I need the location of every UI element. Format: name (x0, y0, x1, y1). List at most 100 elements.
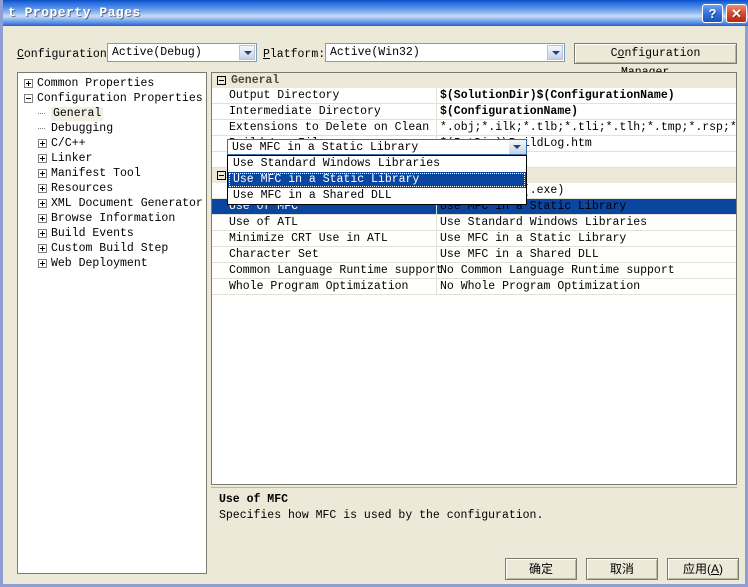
expand-icon[interactable] (38, 154, 47, 163)
description-pane: Use of MFC Specifies how MFC is used by … (211, 487, 737, 543)
grid-category-label: General (231, 74, 280, 87)
platform-value: Active(Win32) (330, 46, 420, 59)
grid-row-name: Output Directory (229, 89, 340, 102)
expand-icon[interactable] (38, 244, 47, 253)
collapse-icon[interactable] (217, 171, 226, 180)
collapse-icon[interactable] (24, 94, 33, 103)
expand-icon[interactable] (38, 139, 47, 148)
apply-button[interactable]: 应用(A) (667, 558, 739, 580)
apply-label-suffix: ) (719, 562, 723, 576)
grid-category-general[interactable]: General (212, 73, 736, 89)
tree-item-custom-build-step[interactable]: Custom Build Step (18, 242, 206, 256)
tree-item-debugging[interactable]: Debugging (18, 122, 206, 136)
tree-item-label: Browse Information (51, 212, 176, 225)
tree-item-label: Common Properties (37, 77, 155, 90)
tree-item-web-deployment[interactable]: Web Deployment (18, 257, 206, 271)
tree-item-resources[interactable]: Resources (18, 182, 206, 196)
property-grid[interactable]: General Output Directory $(SolutionDir)$(C… (211, 72, 737, 485)
tree-item-label: XML Document Generator (51, 197, 203, 210)
grid-column-divider (436, 88, 437, 104)
grid-row[interactable]: Intermediate Directory $(ConfigurationNam… (212, 104, 736, 120)
expand-icon[interactable] (38, 169, 47, 178)
grid-row[interactable]: Use of ATL Use Standard Windows Libraries (212, 215, 736, 231)
close-icon[interactable]: ✕ (726, 4, 747, 23)
tree-item-label: Configuration Properties (37, 92, 203, 105)
grid-row-divider (212, 294, 736, 295)
tree-connector-icon (38, 113, 46, 114)
expand-icon[interactable] (38, 214, 47, 223)
grid-row-name: Common Language Runtime support (229, 264, 443, 277)
tree-item-label: Manifest Tool (51, 167, 141, 180)
platform-dropdown[interactable]: Active(Win32) (325, 43, 565, 62)
tree-item-label: Debugging (51, 122, 114, 135)
grid-row[interactable]: Extensions to Delete on Clean *.obj;*.ilk… (212, 120, 736, 136)
tree-item-build-events[interactable]: Build Events (18, 227, 206, 241)
tree-item-label: C/C++ (51, 137, 86, 150)
grid-row[interactable]: Common Language Runtime support No Common… (212, 263, 736, 279)
grid-row-value[interactable]: No Whole Program Optimization (440, 280, 736, 293)
grid-row-name: Whole Program Optimization (229, 280, 409, 293)
grid-column-divider (436, 120, 437, 136)
chevron-down-icon[interactable] (239, 45, 255, 60)
grid-column-divider (436, 104, 437, 120)
description-title: Use of MFC (219, 493, 289, 506)
dropdown-option[interactable]: Use Standard Windows Libraries (228, 156, 526, 172)
tree-item-linker[interactable]: Linker (18, 152, 206, 166)
grid-row-name: Minimize CRT Use in ATL (229, 232, 388, 245)
grid-row-value[interactable]: Use MFC in a Static Library (440, 232, 736, 245)
grid-row-value[interactable]: Use MFC in a Shared DLL (440, 248, 736, 261)
grid-row-value[interactable]: Use Standard Windows Libraries (440, 216, 736, 229)
configuration-label: Configuration: (17, 48, 114, 61)
use-of-mfc-dropdown-list[interactable]: Use Standard Windows Libraries Use MFC in… (227, 155, 527, 205)
tree-item-xml-document-generator[interactable]: XML Document Generator (18, 197, 206, 211)
title-bar[interactable]: t Property Pages ? ✕ (3, 0, 748, 26)
tree-item-label: Web Deployment (51, 257, 148, 270)
grid-column-divider (436, 215, 437, 231)
grid-row[interactable]: Character Set Use MFC in a Shared DLL (212, 247, 736, 263)
collapse-icon[interactable] (217, 76, 226, 85)
help-icon[interactable]: ? (702, 4, 723, 23)
chevron-down-icon[interactable] (547, 45, 563, 60)
tree-item-label: Build Events (51, 227, 134, 240)
grid-row[interactable]: Output Directory $(SolutionDir)$(Configur… (212, 88, 736, 104)
grid-row[interactable]: Minimize CRT Use in ATL Use MFC in a Stat… (212, 231, 736, 247)
window-title: t Property Pages (8, 5, 141, 20)
properties-tree[interactable]: Common Properties Configuration Propertie… (17, 72, 207, 574)
dropdown-option[interactable]: Use MFC in a Static Library (228, 172, 526, 188)
grid-row-value[interactable]: $(SolutionDir)$(ConfigurationName) (440, 89, 736, 102)
tree-item-browse-information[interactable]: Browse Information (18, 212, 206, 226)
expand-icon[interactable] (38, 259, 47, 268)
apply-accelerator: A (710, 562, 719, 576)
expand-icon[interactable] (24, 79, 33, 88)
dropdown-option[interactable]: Use MFC in a Shared DLL (228, 188, 526, 204)
tree-item-general[interactable]: General (18, 107, 206, 121)
configuration-value: Active(Debug) (112, 46, 202, 59)
tree-item-configuration-properties[interactable]: Configuration Properties (18, 92, 206, 106)
grid-row-name: Character Set (229, 248, 319, 261)
grid-row-value[interactable]: $(ConfigurationName) (440, 105, 736, 118)
grid-row-value[interactable]: No Common Language Runtime support (440, 264, 736, 277)
grid-row-value[interactable]: *.obj;*.ilk;*.tlb;*.tli;*.tlh;*.tmp;*.rs… (440, 121, 736, 134)
use-of-mfc-value-text: Use MFC in a Static Library (232, 141, 419, 154)
tree-item-common-properties[interactable]: Common Properties (18, 77, 206, 91)
grid-column-divider (436, 231, 437, 247)
cancel-button[interactable]: 取消 (586, 558, 658, 580)
use-of-mfc-value-combo[interactable]: Use MFC in a Static Library (227, 139, 527, 155)
expand-icon[interactable] (38, 229, 47, 238)
property-pages-dialog: t Property Pages ? ✕ Configuration: Acti… (0, 0, 748, 587)
tree-item-c-c[interactable]: C/C++ (18, 137, 206, 151)
grid-row-name: Use of ATL (229, 216, 299, 229)
chevron-down-icon[interactable] (509, 140, 526, 154)
grid-column-divider (436, 247, 437, 263)
expand-icon[interactable] (38, 184, 47, 193)
configuration-dropdown[interactable]: Active(Debug) (107, 43, 257, 62)
ok-button[interactable]: 确定 (505, 558, 577, 580)
tree-item-manifest-tool[interactable]: Manifest Tool (18, 167, 206, 181)
tree-connector-icon (38, 128, 46, 129)
tree-item-label: Resources (51, 182, 114, 195)
grid-row-name: Intermediate Directory (229, 105, 381, 118)
grid-row[interactable]: Whole Program Optimization No Whole Progr… (212, 279, 736, 295)
configuration-manager-button[interactable]: Configuration Manager... (574, 43, 737, 79)
description-body: Specifies how MFC is used by the configu… (219, 509, 544, 522)
expand-icon[interactable] (38, 199, 47, 208)
